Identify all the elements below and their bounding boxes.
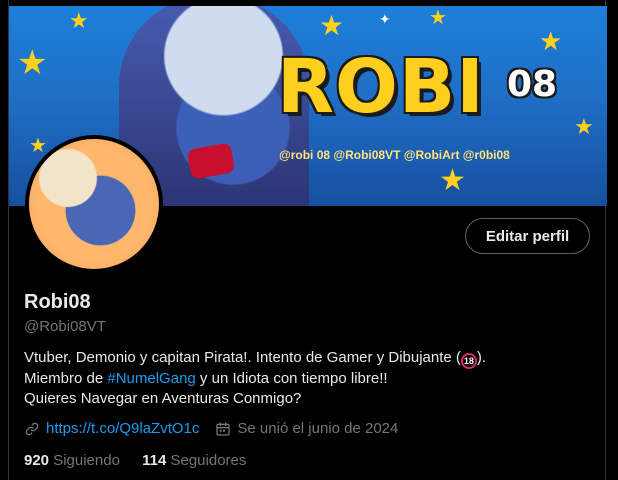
star-decoration: ✦ — [379, 11, 391, 27]
display-name: Robi08 — [24, 291, 91, 313]
bio-text: y un Idiota con tiempo libre!! — [195, 370, 388, 387]
banner-socials: @robi 08 @Robi08VT @RobiArt @r0bi08 — [279, 148, 510, 162]
bio-text: Miembro de — [24, 370, 108, 387]
profile-frame: ★ ★ ★ ★ ★ ★ ★ ★ ✦ ROBI 08 @robi 08 @Robi… — [8, 0, 607, 480]
avatar-image — [29, 139, 159, 269]
bio-text: Vtuber, Demonio y capitan Pirata!. Inten… — [24, 349, 461, 366]
profile-bio: Vtuber, Demonio y capitan Pirata!. Inten… — [24, 348, 594, 409]
bio-line-2: Miembro de #NumelGang y un Idiota con ti… — [24, 369, 594, 389]
following-label: Siguiendo — [53, 452, 120, 469]
star-decoration: ★ — [439, 164, 466, 197]
following-link[interactable]: 920 Siguiendo — [24, 452, 120, 469]
bio-line-1: Vtuber, Demonio y capitan Pirata!. Inten… — [24, 348, 594, 369]
star-decoration: ★ — [539, 26, 563, 56]
star-decoration: ★ — [17, 44, 48, 82]
bio-line-3: Quieres Navegar en Aventuras Conmigo? — [24, 390, 302, 407]
calendar-icon — [216, 421, 231, 436]
bio-text: ). — [476, 349, 487, 366]
hashtag-link[interactable]: #NumelGang — [107, 370, 195, 387]
user-handle: @Robi08VT — [24, 318, 106, 335]
link-icon — [25, 422, 39, 435]
star-decoration: ★ — [574, 114, 594, 139]
avatar[interactable] — [25, 135, 163, 273]
profile-meta: https://t.co/Q9laZvtO1c Se unió el junio… — [24, 420, 398, 437]
followers-link[interactable]: 114 Seguidores — [142, 452, 246, 469]
following-count: 920 — [24, 452, 50, 469]
followers-count: 114 — [142, 452, 167, 469]
star-decoration: ★ — [29, 135, 47, 157]
edit-profile-button[interactable]: Editar perfil — [465, 218, 590, 254]
adult-18-icon: 18 — [460, 353, 477, 369]
joined-date: Se unió el junio de 2024 — [237, 420, 399, 437]
star-decoration: ★ — [429, 7, 447, 29]
profile-link[interactable]: https://t.co/Q9laZvtO1c — [46, 420, 199, 437]
banner-logo: ROBI — [277, 44, 485, 130]
follow-stats: 920 Siguiendo 114 Seguidores — [24, 452, 264, 469]
star-decoration: ★ — [69, 8, 89, 33]
banner-logo-number: 08 — [507, 64, 558, 105]
followers-label: Seguidores — [170, 452, 247, 469]
star-decoration: ★ — [319, 10, 345, 41]
